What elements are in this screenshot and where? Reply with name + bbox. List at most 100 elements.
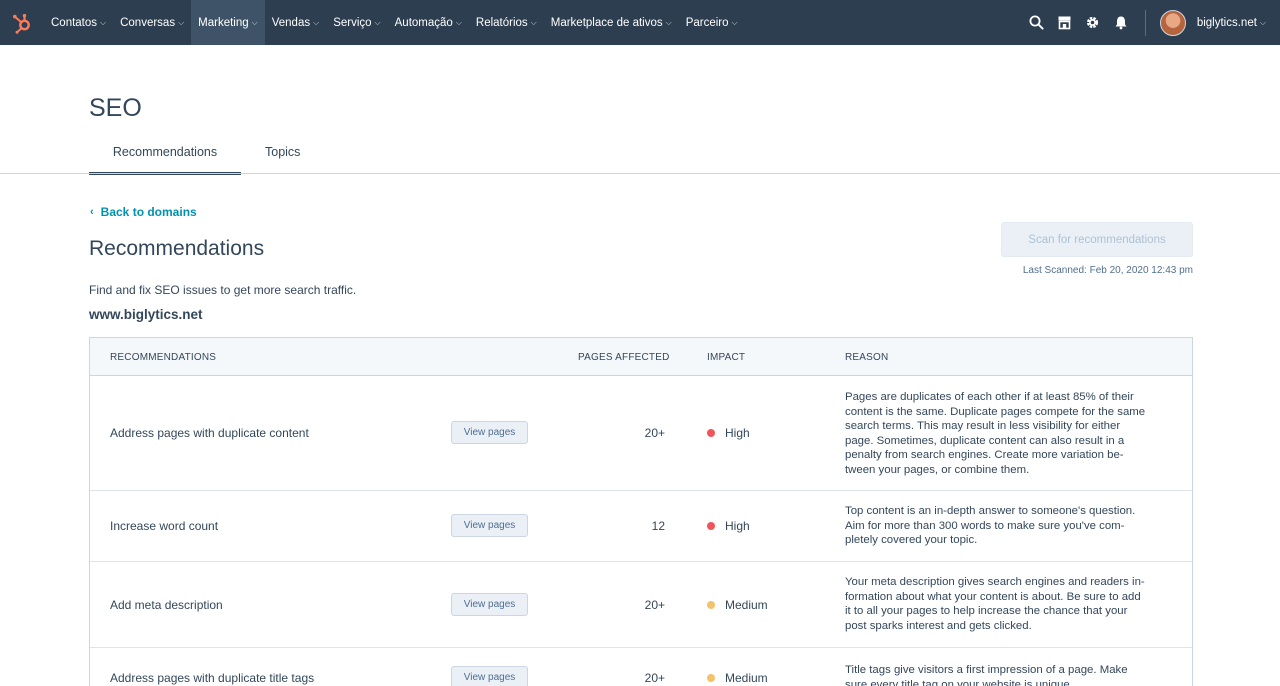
hubspot-logo-icon[interactable] — [0, 0, 44, 45]
impact-label: Medium — [725, 598, 768, 612]
reason-line: Pages are duplicates of each other if at… — [845, 391, 1134, 403]
nav-item-automacao[interactable]: Automação ⌵ — [388, 0, 469, 45]
scan-for-recommendations-button[interactable]: Scan for recommendations — [1001, 222, 1193, 257]
reason-text: Title tags give visitors a first impress… — [845, 663, 1175, 686]
chevron-down-icon: ⌵ — [251, 17, 258, 27]
table-row: Address pages with duplicate content Vie… — [90, 376, 1192, 491]
recommendation-name: Address pages with duplicate content — [110, 426, 309, 440]
nav-item-conversas[interactable]: Conversas ⌵ — [113, 0, 191, 45]
impact-level: High — [707, 519, 750, 533]
column-header-impact[interactable]: IMPACT — [707, 352, 745, 363]
impact-label: High — [725, 426, 750, 440]
nav-item-label: Contatos — [51, 16, 98, 29]
column-header-recommendations[interactable]: RECOMMENDATIONS — [110, 352, 216, 363]
reason-line: formation about what your content is abo… — [845, 590, 1141, 603]
main-menu: Contatos ⌵ Conversas ⌵ Marketing ⌵ Vendas ⌵ … — [44, 0, 745, 45]
nav-item-label: Automação — [394, 16, 453, 29]
chevron-down-icon: ⌵ — [665, 17, 672, 27]
nav-utilities: biglytics.net ⌵ — [1023, 0, 1280, 45]
last-scanned-timestamp: Last Scanned: Feb 20, 2020 12:43 pm — [1022, 265, 1193, 276]
reason-line: search terms. This may result in less vi… — [845, 420, 1121, 432]
top-navigation: Contatos ⌵ Conversas ⌵ Marketing ⌵ Vendas ⌵ … — [0, 0, 1280, 45]
reason-text: Your meta description gives search engin… — [845, 575, 1175, 633]
table-row: Increase word count View pages 12 High T… — [90, 491, 1192, 562]
avatar[interactable] — [1159, 9, 1186, 36]
nav-item-label: Relatórios — [475, 16, 528, 29]
pages-affected-count: 20+ — [644, 426, 665, 440]
impact-indicator-dot — [707, 601, 715, 609]
chevron-down-icon: ⌵ — [178, 17, 185, 27]
table-header: RECOMMENDATIONS PAGES AFFECTED IMPACT RE… — [90, 338, 1192, 376]
settings-icon[interactable] — [1079, 0, 1107, 45]
nav-item-vendas[interactable]: Vendas ⌵ — [265, 0, 326, 45]
notifications-icon[interactable] — [1107, 0, 1135, 45]
reason-line: penalty from search engines. Create more… — [845, 449, 1124, 461]
reason-line: pletely covered your topic. — [845, 534, 978, 546]
reason-line: content is the same. Duplicate pages com… — [845, 405, 1146, 418]
search-icon[interactable] — [1023, 0, 1051, 45]
nav-item-contatos[interactable]: Contatos ⌵ — [44, 0, 113, 45]
chevron-down-icon: ⌵ — [313, 17, 320, 27]
recommendation-name: Increase word count — [110, 519, 219, 533]
marketplace-icon[interactable] — [1051, 0, 1079, 45]
chevron-down-icon: ⌵ — [1259, 17, 1266, 27]
pages-affected-count: 20+ — [644, 671, 665, 685]
chevron-down-icon: ⌵ — [455, 17, 462, 27]
nav-item-marketplace[interactable]: Marketplace de ativos ⌵ — [544, 0, 679, 45]
page-title: SEO — [89, 94, 142, 122]
reason-line: post sparks interest and gets clicked. — [845, 619, 1032, 632]
nav-item-label: Serviço — [333, 16, 372, 29]
nav-item-servico[interactable]: Serviço ⌵ — [326, 0, 387, 45]
reason-line: Aim for more than 300 words to make sure… — [845, 519, 1125, 532]
view-pages-button[interactable]: View pages — [451, 514, 528, 537]
view-pages-button[interactable]: View pages — [451, 593, 528, 616]
chevron-down-icon: ⌵ — [731, 17, 738, 27]
reason-line: tween your pages, or combine them. — [845, 463, 1030, 476]
intro-text: Find and fix SEO issues to get more sear… — [89, 283, 357, 297]
column-header-pages-affected[interactable]: PAGES AFFECTED — [578, 352, 670, 363]
nav-item-marketing[interactable]: Marketing ⌵ — [191, 0, 265, 45]
reason-line: page. Sometimes, duplicate content can a… — [845, 434, 1125, 447]
account-menu[interactable]: biglytics.net ⌵ — [1197, 17, 1266, 29]
nav-item-label: Vendas — [271, 16, 311, 29]
chevron-down-icon: ⌵ — [374, 17, 381, 27]
impact-indicator-dot — [707, 674, 715, 682]
tab-recommendations[interactable]: Recommendations — [89, 141, 241, 175]
impact-indicator-dot — [707, 522, 715, 530]
reason-text: Pages are duplicates of each other if at… — [845, 390, 1175, 477]
nav-item-label: Marketplace de ativos — [550, 16, 663, 29]
nav-item-relatorios[interactable]: Relatórios ⌵ — [469, 0, 544, 45]
pages-affected-count: 20+ — [644, 598, 665, 612]
nav-item-parceiro[interactable]: Parceiro ⌵ — [679, 0, 745, 45]
view-pages-button[interactable]: View pages — [451, 666, 528, 686]
tab-divider — [0, 173, 1280, 174]
table-row: Add meta description View pages 20+ Medi… — [90, 562, 1192, 648]
back-to-domains-link[interactable]: ‹ Back to domains — [90, 205, 197, 219]
impact-level: Medium — [707, 671, 768, 685]
reason-line: sure every title tag on your website is … — [845, 678, 1073, 686]
reason-line: Title tags give visitors a first impress… — [845, 664, 1128, 676]
domain-name: www.biglytics.net — [89, 307, 203, 322]
tab-topics[interactable]: Topics — [265, 141, 300, 175]
account-name: biglytics.net — [1196, 16, 1257, 29]
nav-item-label: Marketing — [198, 16, 249, 29]
chevron-down-icon: ⌵ — [100, 17, 107, 27]
tab-bar: Recommendations Topics — [89, 141, 300, 175]
view-pages-button[interactable]: View pages — [451, 421, 528, 444]
reason-line: it to all your pages to help increase th… — [845, 605, 1128, 617]
impact-label: Medium — [725, 671, 768, 685]
nav-divider — [1144, 9, 1146, 36]
column-header-reason[interactable]: REASON — [845, 352, 888, 363]
nav-item-label: Conversas — [120, 16, 176, 29]
reason-text: Top content is an in-depth answer to som… — [845, 504, 1175, 548]
table-row: Address pages with duplicate title tags … — [90, 648, 1192, 686]
impact-level: High — [707, 426, 750, 440]
impact-label: High — [725, 519, 750, 533]
reason-line: Your meta description gives search engin… — [845, 576, 1145, 588]
section-title: Recommendations — [89, 237, 265, 260]
chevron-down-icon: ⌵ — [530, 17, 537, 27]
impact-level: Medium — [707, 598, 768, 612]
recommendation-name: Address pages with duplicate title tags — [110, 671, 315, 685]
chevron-left-icon: ‹ — [90, 206, 94, 218]
back-link-label: Back to domains — [100, 205, 197, 219]
